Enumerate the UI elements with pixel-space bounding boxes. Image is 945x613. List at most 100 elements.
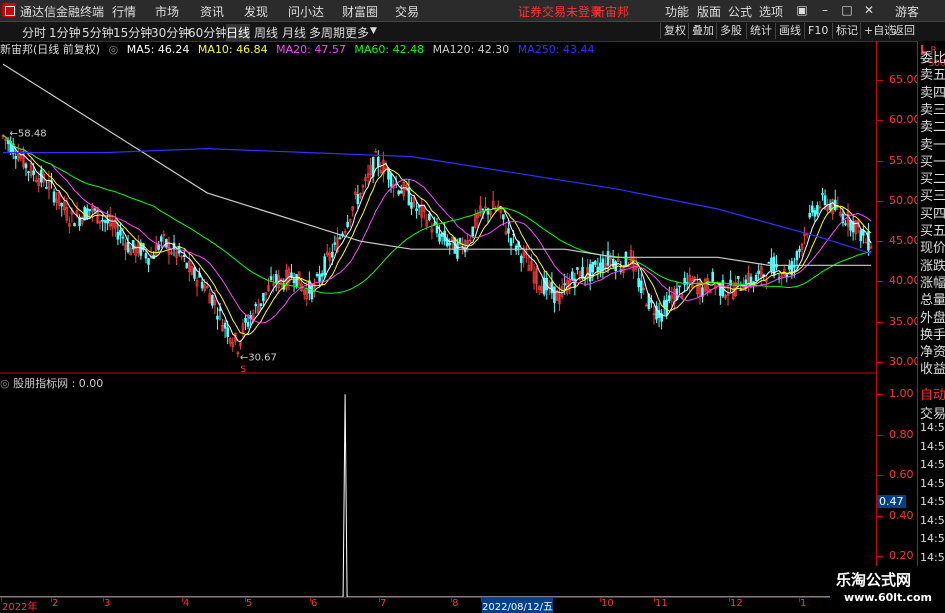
candle-body <box>471 226 475 237</box>
tab-weekly[interactable]: 周线 <box>254 24 278 41</box>
tab-15min[interactable]: 15分钟 <box>113 24 152 41</box>
candle-body <box>315 274 319 277</box>
trade-time: 14:56 <box>920 532 945 545</box>
trade-time: 14:56 <box>920 476 945 490</box>
quote-row-label: 卖二 <box>920 120 945 136</box>
button-adjust[interactable]: 复权 <box>660 23 689 39</box>
candle-body <box>639 280 643 294</box>
candle-body <box>397 190 401 195</box>
candle-body <box>244 317 247 323</box>
button-multi-stock[interactable]: 多股 <box>716 23 745 39</box>
price-label: 50.00 <box>889 193 921 207</box>
quote-row-label: 买四 <box>920 206 945 222</box>
more-dropdown-icon[interactable]: ▼ <box>370 26 377 36</box>
button-mark[interactable]: 标记 <box>832 23 861 39</box>
candle-body <box>60 202 64 207</box>
trade-time: 14:56 <box>920 439 945 453</box>
menu-function[interactable]: 功能 <box>665 3 689 20</box>
candle-body <box>813 210 817 217</box>
date-tick <box>103 598 104 602</box>
candle-body <box>182 254 186 257</box>
date-tick <box>729 598 730 602</box>
button-draw[interactable]: 画线 <box>775 23 804 39</box>
ma60-line <box>2 134 872 294</box>
close-icon[interactable]: ✕ <box>862 3 876 17</box>
price-chart[interactable]: ←58.48 ←30.67S <box>0 56 876 597</box>
date-tick <box>600 598 601 602</box>
price-tick <box>877 281 883 283</box>
tab-intraday[interactable]: 分时 <box>22 24 46 41</box>
tab-multi-period[interactable]: 多周期 <box>309 24 345 41</box>
candle-body <box>73 223 76 227</box>
candle-body <box>331 251 334 258</box>
date-label: 6 <box>311 598 318 609</box>
menu-item-news[interactable]: 资讯 <box>200 3 224 20</box>
date-label: 8 <box>452 598 459 609</box>
button-f10[interactable]: F10 <box>804 23 831 39</box>
date-label: 2 <box>52 598 59 609</box>
guest-label[interactable]: 游客 <box>895 3 919 20</box>
date-label: 5 <box>246 598 253 609</box>
quote-panel: L R 500 委比 卖五 卖四 卖三 卖二 卖一 买一 买二 买三 买四 买五 现价 涨跌 涨幅 总量 外盘换… <box>917 41 945 596</box>
candle-body <box>563 283 566 286</box>
date-tick <box>799 598 800 602</box>
price-tick <box>877 120 883 122</box>
menu-item-wealth[interactable]: 财富圈 <box>342 3 378 20</box>
menu-layout[interactable]: 版面 <box>697 3 721 20</box>
minimize-icon[interactable]: – <box>818 3 832 17</box>
login-notice[interactable]: 证券交易未登录 <box>518 3 602 20</box>
candle-body <box>106 219 109 224</box>
button-back[interactable]: 返回 <box>889 23 918 39</box>
quote-row-label: 买五 <box>920 224 945 239</box>
menu-item-market[interactable]: 行情 <box>112 3 136 20</box>
date-tick <box>182 598 183 602</box>
price-label: 55.00 <box>889 153 921 167</box>
trade-label[interactable]: 自动 <box>920 384 945 403</box>
ma5-line <box>2 134 872 343</box>
high-annotation: ←58.48 <box>10 129 47 140</box>
candle-body <box>519 255 523 263</box>
candle-body <box>399 190 403 194</box>
candle-body <box>606 251 610 266</box>
date-label: 1 <box>800 598 807 609</box>
indicator-label: 0.80 <box>889 427 914 441</box>
menu-bar: 通达信金融终端 行情 市场 资讯 发现 问小达 财富圈 交易 证券交易未登录 新… <box>0 0 945 22</box>
indicator-tick <box>877 556 883 558</box>
tab-more[interactable]: 更多 <box>345 24 369 41</box>
button-overlay[interactable]: 叠加 <box>688 23 717 39</box>
indicator-label: 0.60 <box>889 468 914 482</box>
menu-item-markets[interactable]: 市场 <box>155 3 179 20</box>
button-stats[interactable]: 统计 <box>746 23 775 39</box>
quote-row-label: 卖五 <box>920 68 945 84</box>
indicator-settings-icon[interactable]: ◎ <box>0 377 10 390</box>
menu-item-discover[interactable]: 发现 <box>244 3 268 20</box>
quote-row-label: 涨幅 <box>920 275 945 291</box>
date-label: 4 <box>183 598 190 609</box>
tab-1min[interactable]: 1分钟 <box>49 24 81 41</box>
candle-body <box>550 281 554 294</box>
date-axis: 2022年 2 3 4 5 6 7 8 2022/08/12/五 10 11 12 1 <box>0 597 876 613</box>
candle-body <box>553 286 556 303</box>
candle-body <box>502 214 505 220</box>
price-label: 65.00 <box>889 73 921 87</box>
skin-icon[interactable]: ▣ <box>795 3 809 17</box>
menu-item-ask[interactable]: 问小达 <box>288 3 324 20</box>
quote-row-label: 换手 <box>920 327 945 343</box>
tab-60min[interactable]: 60分钟 <box>188 24 227 41</box>
candle-body <box>259 303 263 307</box>
candle-body <box>85 208 89 220</box>
tab-5min[interactable]: 5分钟 <box>82 24 114 41</box>
menu-formula[interactable]: 公式 <box>728 3 752 20</box>
menu-item-trade[interactable]: 交易 <box>395 3 419 20</box>
candle-body <box>410 202 413 209</box>
tab-monthly[interactable]: 月线 <box>282 24 306 41</box>
tab-daily[interactable]: 日线 <box>226 24 251 41</box>
settings-icon[interactable]: ◎ <box>109 43 119 56</box>
candle-body <box>32 170 35 175</box>
maximize-icon[interactable]: □ <box>840 3 854 17</box>
menu-options[interactable]: 选项 <box>759 3 783 20</box>
tab-30min[interactable]: 30分钟 <box>151 24 190 41</box>
candle-body <box>88 209 92 211</box>
candle-body <box>185 262 189 268</box>
candle-body <box>24 163 28 169</box>
